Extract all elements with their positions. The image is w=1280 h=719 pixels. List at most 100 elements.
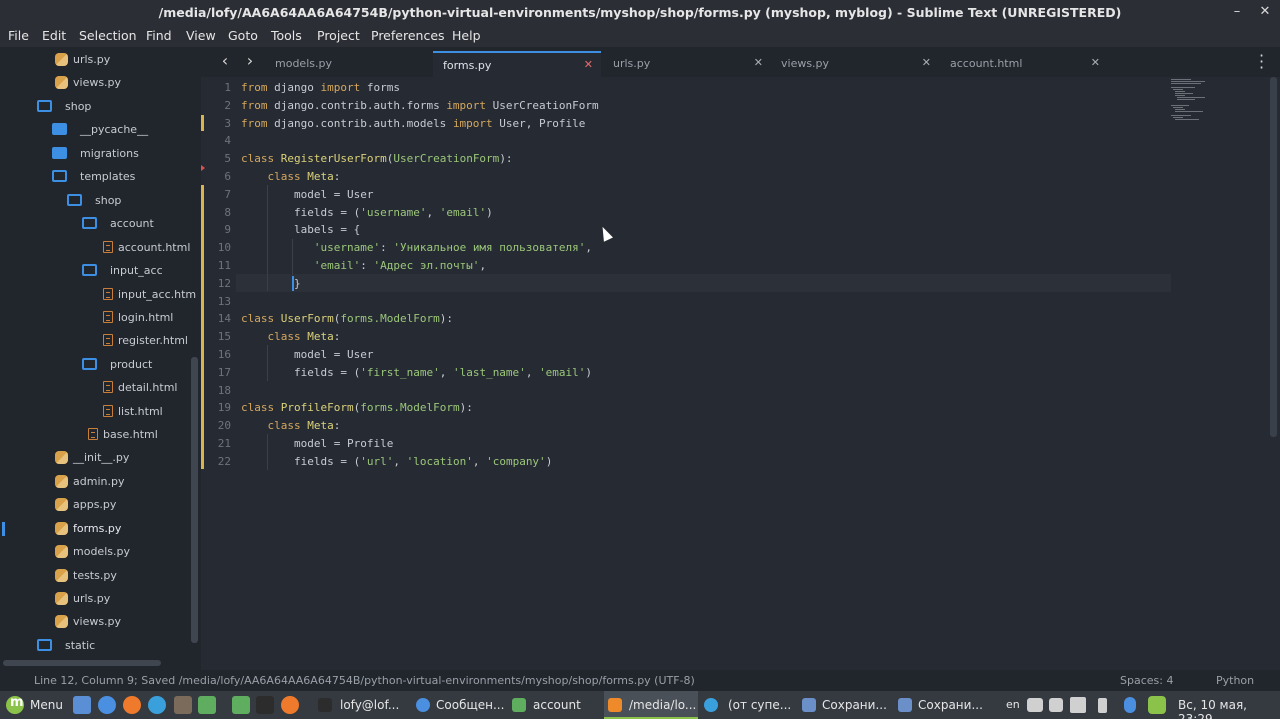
- menu-file[interactable]: File: [8, 28, 29, 43]
- tree-folder-input-acc[interactable]: input_acc: [0, 260, 196, 282]
- folder-launcher-icon[interactable]: [232, 696, 250, 714]
- code-line[interactable]: 20 class Meta:: [201, 417, 1201, 435]
- minimize-button[interactable]: –: [1228, 3, 1246, 21]
- more-vertical-icon[interactable]: · · ·: [1259, 48, 1265, 76]
- tree-folder-pycache[interactable]: __pycache__: [0, 119, 196, 141]
- tree-item-views-py-2[interactable]: views.py: [0, 611, 196, 633]
- menu-view[interactable]: View: [186, 28, 216, 43]
- menu-selection[interactable]: Selection: [79, 28, 137, 43]
- tree-folder-templates[interactable]: templates: [0, 166, 196, 188]
- code-line[interactable]: 2 from django.contrib.auth.forms import U…: [201, 97, 1201, 115]
- tree-item-urls-py-2[interactable]: urls.py: [0, 588, 196, 610]
- menu-project[interactable]: Project: [317, 28, 360, 43]
- code-line[interactable]: 4: [201, 132, 1201, 150]
- tree-item-tests-py[interactable]: tests.py: [0, 565, 196, 587]
- code-line[interactable]: 22 fields = ('url', 'location', 'company…: [201, 453, 1201, 471]
- tree-item-login-html[interactable]: login.html: [0, 307, 196, 329]
- tree-folder-shop[interactable]: shop: [0, 96, 196, 118]
- close-icon[interactable]: ✕: [754, 56, 763, 69]
- tree-item-init-py[interactable]: __init__.py: [0, 447, 196, 469]
- code-line[interactable]: 18: [201, 382, 1201, 400]
- telegram-icon[interactable]: [148, 696, 166, 714]
- code-line[interactable]: 3 from django.contrib.auth.models import …: [201, 115, 1201, 133]
- taskbar-window-sublime[interactable]: /media/lo...: [604, 691, 698, 719]
- files-icon[interactable]: [198, 696, 216, 714]
- code-line[interactable]: 17 fields = ('first_name', 'last_name', …: [201, 364, 1201, 382]
- tab-models-py[interactable]: models.py: [265, 51, 433, 77]
- firefox-launcher-icon[interactable]: [281, 696, 299, 714]
- code-line[interactable]: 15 class Meta:: [201, 328, 1201, 346]
- browser-icon[interactable]: [98, 696, 116, 714]
- tree-item-apps-py[interactable]: apps.py: [0, 494, 196, 516]
- keyboard-layout-indicator[interactable]: en: [1006, 698, 1020, 711]
- tree-folder-account[interactable]: account: [0, 213, 196, 235]
- taskbar-window-messages[interactable]: Сообщен...: [412, 691, 508, 719]
- tree-item-admin-py[interactable]: admin.py: [0, 471, 196, 493]
- code-line[interactable]: 14 class UserForm(forms.ModelForm):: [201, 310, 1201, 328]
- close-icon[interactable]: ✕: [584, 58, 593, 71]
- update-manager-shield-icon[interactable]: [1148, 696, 1166, 714]
- menu-preferences[interactable]: Preferences: [371, 28, 445, 43]
- network-icon[interactable]: [1049, 698, 1063, 712]
- chevron-left-icon[interactable]: ‹: [217, 52, 233, 70]
- code-line[interactable]: 5 class RegisterUserForm(UserCreationForm…: [201, 150, 1201, 168]
- tree-item-forms-py[interactable]: forms.py: [0, 518, 196, 540]
- terminal-icon[interactable]: [256, 696, 274, 714]
- tree-item-base-html[interactable]: base.html: [0, 424, 196, 446]
- tree-item-urls-py[interactable]: urls.py: [0, 49, 196, 71]
- editor-vertical-scrollbar[interactable]: [1270, 77, 1277, 437]
- menu-help[interactable]: Help: [452, 28, 481, 43]
- code-line[interactable]: 10 'username': 'Уникальное имя пользоват…: [201, 239, 1201, 257]
- code-line[interactable]: 13: [201, 293, 1201, 311]
- tab-account-html[interactable]: account.html ✕: [940, 51, 1108, 77]
- taskbar-window-save-1[interactable]: Сохрани...: [800, 691, 892, 719]
- tab-views-py[interactable]: views.py ✕: [771, 51, 939, 77]
- firefox-icon[interactable]: [123, 696, 141, 714]
- tree-folder-static[interactable]: static: [0, 635, 196, 657]
- sublime-launcher-icon[interactable]: [174, 696, 192, 714]
- menu-edit[interactable]: Edit: [42, 28, 66, 43]
- tab-forms-py[interactable]: forms.py ✕: [433, 51, 601, 77]
- tree-item-detail-html[interactable]: detail.html: [0, 377, 196, 399]
- menu-tools[interactable]: Tools: [271, 28, 302, 43]
- tree-item-input-acc-html[interactable]: input_acc.htm: [0, 284, 196, 306]
- sidebar-horizontal-scrollbar[interactable]: [3, 660, 161, 666]
- syntax-selector[interactable]: Python: [1216, 674, 1254, 687]
- code-line[interactable]: 9 labels = {: [201, 221, 1201, 239]
- code-line[interactable]: 7 model = User: [201, 186, 1201, 204]
- battery-icon[interactable]: [1098, 698, 1107, 713]
- code-line[interactable]: 6 class Meta:: [201, 168, 1201, 186]
- sidebar-vertical-scrollbar[interactable]: [191, 357, 198, 643]
- start-menu-button[interactable]: Menu: [0, 691, 70, 719]
- code-line[interactable]: 1 from django import forms: [201, 79, 1201, 97]
- tree-item-models-py[interactable]: models.py: [0, 541, 196, 563]
- taskbar-window-telegram[interactable]: (от супе...: [702, 691, 796, 719]
- tree-folder-templates-shop[interactable]: shop: [0, 190, 196, 212]
- tree-item-account-html[interactable]: account.html: [0, 237, 196, 259]
- menu-goto[interactable]: Goto: [228, 28, 258, 43]
- close-icon[interactable]: ✕: [922, 56, 931, 69]
- code-line[interactable]: 8 fields = ('username', 'email'): [201, 204, 1201, 222]
- tab-urls-py[interactable]: urls.py ✕: [603, 51, 771, 77]
- indentation-setting[interactable]: Spaces: 4: [1120, 674, 1173, 687]
- code-editor[interactable]: 1 from django import forms 2 from django.co…: [201, 77, 1280, 670]
- chevron-right-icon[interactable]: ›: [242, 52, 258, 70]
- show-desktop-icon[interactable]: [73, 696, 91, 714]
- printer-icon[interactable]: [1027, 698, 1043, 712]
- close-icon[interactable]: ✕: [1091, 56, 1100, 69]
- taskbar-window-save-2[interactable]: Сохрани...: [896, 691, 988, 719]
- minimap[interactable]: [1169, 77, 1209, 121]
- code-line[interactable]: 16 model = User: [201, 346, 1201, 364]
- volume-icon[interactable]: [1070, 697, 1086, 713]
- bluetooth-icon[interactable]: [1124, 697, 1136, 713]
- code-line[interactable]: 19 class ProfileForm(forms.ModelForm):: [201, 399, 1201, 417]
- clock[interactable]: Вс, 10 мая, 23:29: [1178, 698, 1280, 719]
- taskbar-window-account[interactable]: account: [508, 691, 600, 719]
- close-window-button[interactable]: ✕: [1256, 3, 1274, 21]
- menu-find[interactable]: Find: [146, 28, 172, 43]
- taskbar-window-terminal[interactable]: lofy@lof...: [314, 691, 410, 719]
- tree-folder-migrations[interactable]: migrations: [0, 143, 196, 165]
- tree-item-views-py[interactable]: views.py: [0, 72, 196, 94]
- tree-item-list-html[interactable]: list.html: [0, 401, 196, 423]
- code-line[interactable]: 12 }: [201, 275, 1201, 293]
